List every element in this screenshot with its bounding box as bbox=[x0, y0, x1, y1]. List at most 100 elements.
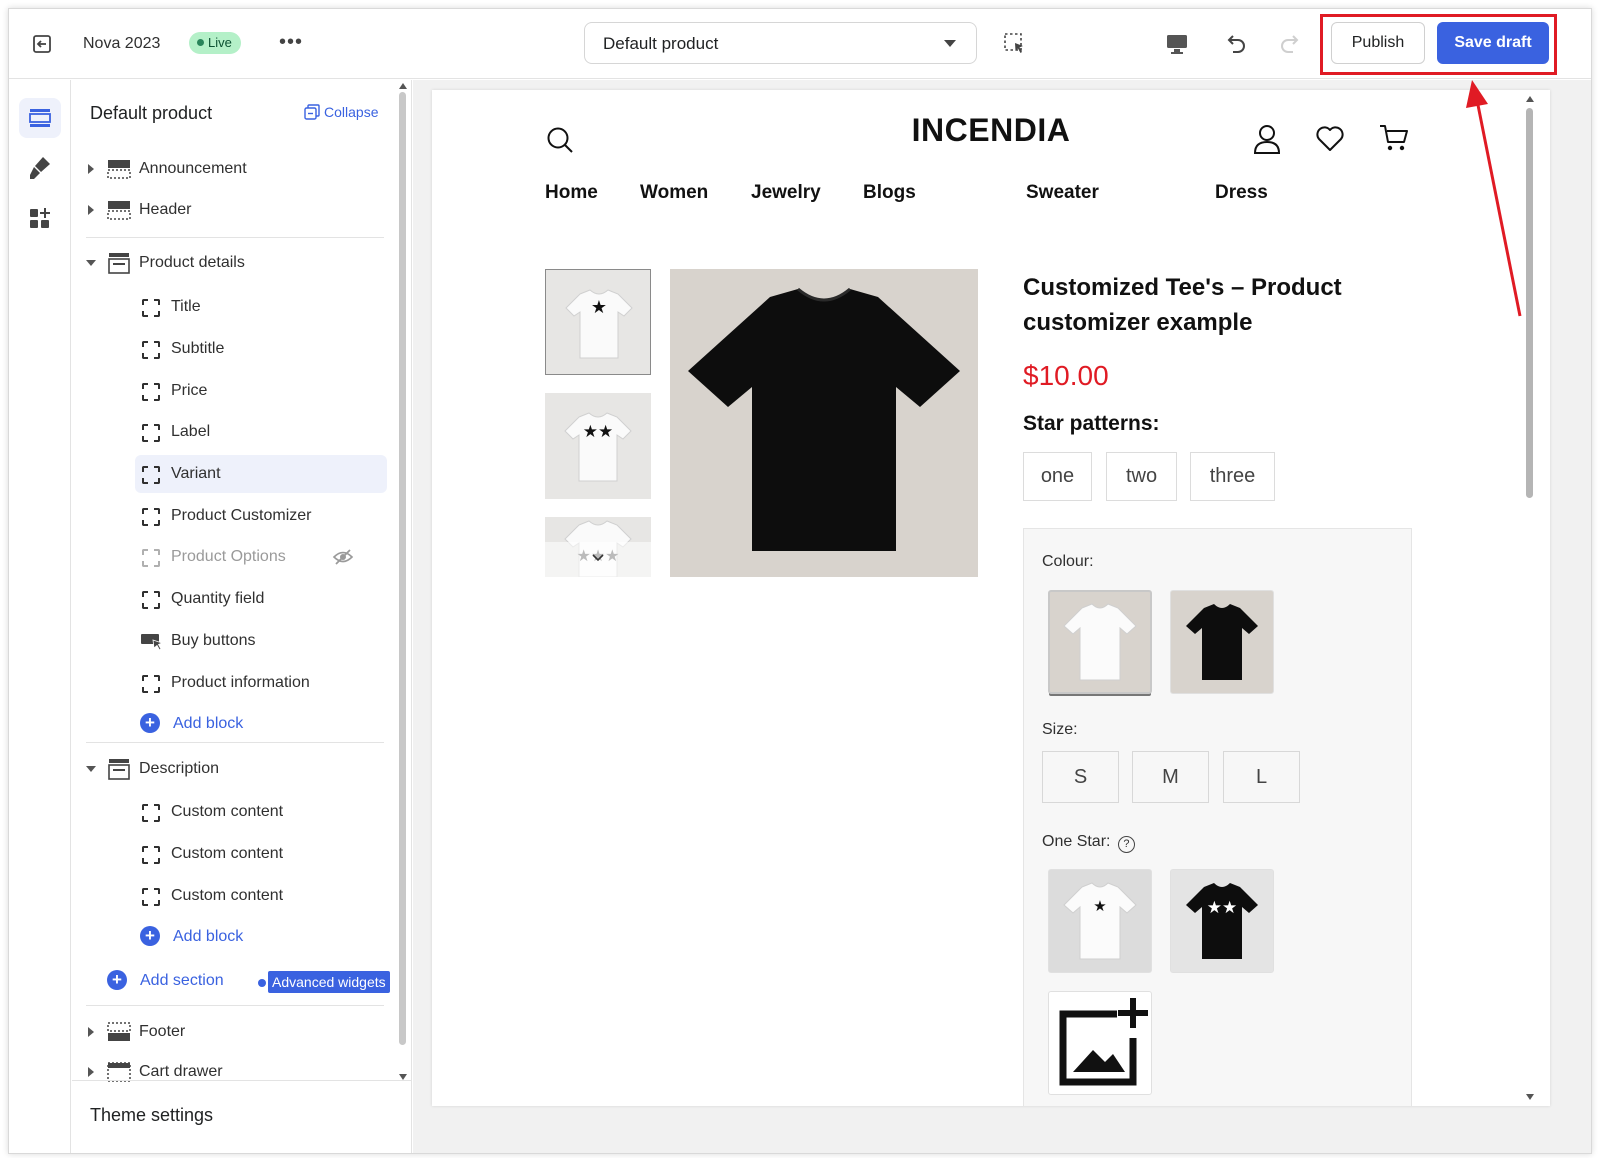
exit-icon[interactable] bbox=[29, 31, 55, 57]
block-icon bbox=[142, 675, 160, 693]
block-icon bbox=[142, 508, 160, 526]
size-option-l[interactable]: L bbox=[1223, 751, 1300, 803]
block-label: Custom content bbox=[171, 845, 284, 862]
colour-swatch-white[interactable] bbox=[1048, 590, 1152, 694]
nav-link-home[interactable]: Home bbox=[545, 182, 598, 204]
block-price[interactable]: Price bbox=[135, 372, 387, 410]
add-block-button[interactable]: + Add block bbox=[135, 709, 335, 739]
block-label: Product Options bbox=[171, 548, 286, 565]
expand-arrow-icon[interactable] bbox=[88, 1067, 94, 1077]
section-header[interactable]: Header bbox=[72, 191, 392, 229]
block-label: Quantity field bbox=[171, 590, 265, 607]
desktop-view-icon[interactable] bbox=[1163, 30, 1191, 58]
nav-link-jewelry[interactable]: Jewelry bbox=[751, 182, 821, 204]
theme-name: Nova 2023 bbox=[83, 35, 161, 52]
block-label: Custom content bbox=[171, 803, 284, 820]
help-icon[interactable]: ? bbox=[1117, 836, 1135, 853]
block-icon bbox=[142, 888, 160, 906]
block-icon bbox=[142, 549, 160, 567]
block-custom-content[interactable]: Custom content bbox=[135, 877, 387, 915]
nav-link-dress[interactable]: Dress bbox=[1215, 182, 1268, 204]
preview-scrollbar[interactable] bbox=[1526, 108, 1533, 498]
nav-link-sweater[interactable]: Sweater bbox=[1026, 182, 1099, 204]
nav-link-blogs[interactable]: Blogs bbox=[863, 182, 916, 204]
product-thumbnail[interactable]: ★ bbox=[545, 269, 651, 375]
add-section-label: Add section bbox=[140, 972, 224, 989]
scroll-down-arrow-icon[interactable] bbox=[1526, 1094, 1534, 1100]
add-block-label: Add block bbox=[173, 928, 244, 945]
pattern-option-three[interactable]: three bbox=[1190, 452, 1275, 501]
scroll-up-arrow-icon[interactable] bbox=[1526, 96, 1534, 102]
block-label: Buy buttons bbox=[171, 632, 256, 649]
upload-image-button[interactable] bbox=[1048, 991, 1152, 1095]
block-product-customizer[interactable]: Product Customizer bbox=[135, 497, 387, 535]
tshirt-two-star-image: ★★ bbox=[564, 412, 632, 482]
product-thumbnail[interactable]: ★★★ bbox=[545, 517, 651, 577]
rail-apps[interactable] bbox=[19, 198, 61, 238]
block-label-block[interactable]: Label bbox=[135, 413, 387, 451]
block-variant[interactable]: Variant bbox=[135, 455, 387, 493]
eye-hidden-icon[interactable] bbox=[332, 547, 354, 567]
section-announcement[interactable]: Announcement bbox=[72, 150, 392, 188]
colour-swatch-black[interactable] bbox=[1170, 590, 1274, 694]
redo-icon[interactable] bbox=[1277, 30, 1305, 58]
scroll-up-arrow-icon[interactable] bbox=[399, 83, 407, 89]
product-title: Customized Tee's – Product customizer ex… bbox=[1023, 274, 1342, 336]
product-main-image[interactable] bbox=[670, 269, 978, 577]
svg-text:★★: ★★ bbox=[583, 422, 613, 442]
more-actions-button[interactable]: ••• bbox=[279, 31, 303, 54]
top-bar: Nova 2023 Live ••• Default product Publi… bbox=[9, 9, 1591, 79]
block-custom-content[interactable]: Custom content bbox=[135, 835, 387, 873]
block-title[interactable]: Title bbox=[135, 288, 387, 326]
theme-settings-link[interactable]: Theme settings bbox=[90, 1105, 213, 1126]
account-icon[interactable] bbox=[1252, 123, 1282, 155]
block-product-options[interactable]: Product Options bbox=[135, 538, 387, 576]
block-product-information[interactable]: Product information bbox=[135, 664, 387, 702]
status-dot-icon bbox=[258, 979, 266, 987]
divider bbox=[86, 237, 384, 238]
scroll-down-arrow-icon[interactable] bbox=[399, 1074, 407, 1080]
nav-link-women[interactable]: Women bbox=[640, 182, 708, 204]
rail-sections[interactable] bbox=[19, 98, 61, 138]
section-description[interactable]: Description bbox=[72, 750, 392, 788]
tshirt-one-star-image: ★ bbox=[1063, 882, 1137, 960]
inspector-select-icon[interactable] bbox=[1001, 30, 1029, 58]
collapse-arrow-icon[interactable] bbox=[86, 260, 96, 266]
expand-arrow-icon[interactable] bbox=[88, 1027, 94, 1037]
size-option-s[interactable]: S bbox=[1042, 751, 1119, 803]
block-buy-buttons[interactable]: Buy buttons bbox=[135, 622, 387, 660]
section-footer[interactable]: Footer bbox=[72, 1013, 392, 1051]
collapse-arrow-icon[interactable] bbox=[86, 766, 96, 772]
block-label: Product information bbox=[171, 674, 310, 691]
product-thumbnail[interactable]: ★★ bbox=[545, 393, 651, 499]
block-quantity-field[interactable]: Quantity field bbox=[135, 580, 387, 618]
template-select-value: Default product bbox=[603, 34, 719, 53]
expand-arrow-icon[interactable] bbox=[88, 205, 94, 215]
colour-label: Colour: bbox=[1042, 553, 1094, 570]
block-subtitle[interactable]: Subtitle bbox=[135, 330, 387, 368]
add-section-button[interactable]: + Add section bbox=[102, 966, 242, 996]
collapse-button[interactable]: Collapse bbox=[304, 104, 378, 120]
one-star-option-black[interactable]: ★★ bbox=[1170, 869, 1274, 973]
pattern-option-two[interactable]: two bbox=[1106, 452, 1177, 501]
block-icon bbox=[142, 424, 160, 442]
section-cart-drawer[interactable]: Cart drawer bbox=[72, 1053, 392, 1091]
svg-text:★: ★ bbox=[1093, 897, 1106, 915]
pattern-option-one[interactable]: one bbox=[1023, 452, 1092, 501]
block-custom-content[interactable]: Custom content bbox=[135, 793, 387, 831]
wishlist-heart-icon[interactable] bbox=[1315, 125, 1345, 153]
one-star-option-white[interactable]: ★ bbox=[1048, 869, 1152, 973]
template-select[interactable]: Default product bbox=[584, 22, 977, 64]
apps-icon bbox=[30, 208, 50, 228]
rail-theme-settings[interactable] bbox=[19, 148, 61, 188]
add-block-button[interactable]: + Add block bbox=[135, 922, 335, 952]
expand-arrow-icon[interactable] bbox=[88, 164, 94, 174]
size-option-m[interactable]: M bbox=[1132, 751, 1209, 803]
section-label: Cart drawer bbox=[139, 1063, 223, 1080]
undo-icon[interactable] bbox=[1221, 30, 1249, 58]
tshirt-one-star-image: ★ bbox=[565, 289, 633, 359]
section-product-details[interactable]: Product details bbox=[72, 244, 392, 282]
sidebar-scrollbar[interactable] bbox=[399, 92, 406, 1045]
cart-icon[interactable] bbox=[1378, 123, 1410, 153]
advanced-widgets-badge[interactable]: Advanced widgets bbox=[268, 971, 390, 993]
